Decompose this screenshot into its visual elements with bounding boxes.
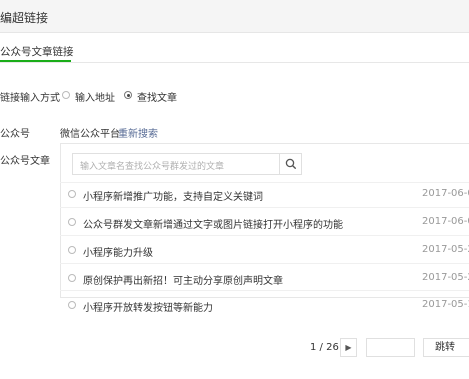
account-label: 公众号 — [0, 129, 30, 140]
tab-article-link[interactable]: 公众号文章链接 — [0, 44, 74, 59]
article-radio[interactable] — [68, 218, 76, 226]
radio-input-address[interactable] — [62, 91, 70, 99]
dialog-header — [0, 0, 469, 33]
article-date: 2017-06-01 — [422, 216, 469, 227]
row-divider — [60, 263, 469, 264]
article-search-placeholder: 输入文章名查找公众号群发过的文章 — [80, 162, 225, 172]
search-icon — [285, 158, 297, 170]
link-method-label: 链接输入方式 — [0, 93, 60, 104]
dialog-title: 编超链接 — [0, 11, 49, 25]
article-date: 2017-05-27 — [422, 244, 469, 255]
article-title[interactable]: 原创保护再出新招！可主动分享原创声明文章 — [83, 272, 283, 287]
research-link[interactable]: 重新搜索 — [118, 125, 158, 140]
article-title[interactable]: 小程序能力升级 — [83, 244, 153, 259]
page-indicator: 1 / 26 — [310, 342, 339, 353]
next-page-button[interactable]: ▶ — [340, 338, 357, 357]
account-name: 微信公众平台 — [60, 129, 120, 140]
article-radio[interactable] — [68, 190, 76, 198]
article-title[interactable]: 小程序开放转发按钮等新能力 — [83, 299, 213, 314]
article-date: 2017-05-26 — [422, 272, 469, 283]
tab-divider — [0, 62, 469, 63]
article-date: 2017-05-19 — [422, 299, 469, 310]
row-divider — [60, 290, 469, 291]
article-radio[interactable] — [68, 274, 76, 282]
search-button[interactable] — [280, 153, 302, 175]
triangle-right-icon: ▶ — [345, 343, 352, 352]
articles-label: 公众号文章 — [0, 156, 50, 167]
article-title[interactable]: 小程序新增推广功能，支持自定义关键词 — [83, 188, 263, 203]
article-radio[interactable] — [68, 246, 76, 254]
row-divider — [60, 235, 469, 236]
article-title[interactable]: 公众号群发文章新增通过文字或图片链接打开小程序的功能 — [83, 216, 343, 231]
article-radio[interactable] — [68, 301, 76, 309]
jump-button[interactable]: 跳转 — [423, 338, 469, 357]
page-number-input[interactable] — [366, 338, 415, 357]
radio-input-address-label[interactable]: 输入地址 — [75, 89, 115, 104]
row-divider — [60, 182, 469, 183]
radio-find-article[interactable] — [124, 91, 132, 99]
row-divider — [60, 207, 469, 208]
radio-find-article-label[interactable]: 查找文章 — [137, 89, 177, 104]
article-date: 2017-06-03 — [422, 188, 469, 199]
